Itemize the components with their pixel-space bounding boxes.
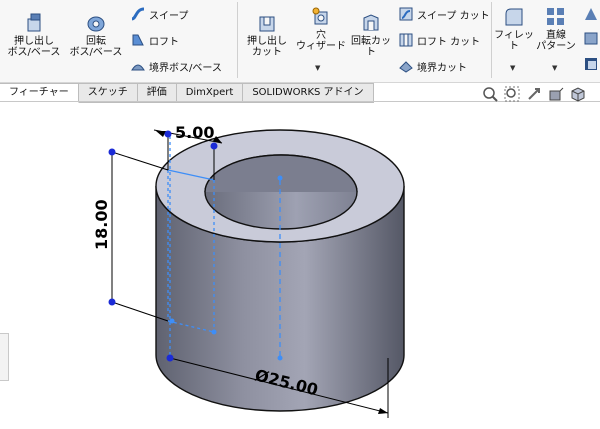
sweep-cut-icon	[399, 7, 413, 21]
revolve-cut-button[interactable]: 回転カット	[348, 12, 394, 58]
view-orientation-icon[interactable]	[570, 86, 586, 102]
loft-cut-label: ロフト カット	[417, 36, 481, 48]
hole-wizard-icon	[312, 7, 328, 25]
shell-icon[interactable]	[583, 56, 599, 72]
boundary-boss-icon	[131, 64, 145, 71]
cylinder-inner-bore[interactable]	[204, 154, 358, 230]
zoom-area-icon[interactable]	[504, 86, 520, 102]
ribbon-separator	[237, 2, 238, 78]
loft-label: ロフト	[149, 36, 179, 48]
hole-wizard-dropdown-icon[interactable]: ▼	[315, 64, 320, 72]
extrude-boss-button[interactable]: 押し出し ボス/ベース	[6, 12, 62, 58]
tab-evaluate[interactable]: 評価	[137, 83, 177, 103]
extrude-cut-icon	[259, 16, 275, 32]
dimension-height[interactable]: 18.00	[92, 199, 111, 250]
extrude-boss-label: 押し出し ボス/ベース	[7, 36, 61, 58]
heads-up-view-toolbar	[482, 86, 586, 102]
fillet-label: フィレット	[494, 30, 534, 52]
tab-addins[interactable]: SOLIDWORKS アドイン	[243, 83, 374, 103]
previous-view-icon[interactable]	[526, 86, 542, 102]
boundary-cut-icon	[399, 61, 413, 73]
revolve-boss-button[interactable]: 回転 ボス/ベース	[66, 12, 126, 58]
extrude-boss-icon	[27, 13, 41, 32]
model-viewport[interactable]: 5.00 18.00 Ø25.00	[0, 102, 600, 425]
boundary-boss-button[interactable]: 境界ボス/ベース	[130, 58, 222, 74]
section-view-icon[interactable]	[548, 86, 564, 102]
loft-button[interactable]: ロフト	[130, 32, 179, 48]
zoom-to-fit-icon[interactable]	[482, 86, 498, 102]
sweep-icon	[131, 7, 145, 21]
revolve-boss-label: 回転 ボス/ベース	[69, 36, 123, 58]
extrude-cut-label: 押し出し カット	[247, 36, 287, 58]
revolve-boss-icon	[87, 16, 105, 32]
hole-wizard-label: 穴 ウィザード	[296, 30, 346, 52]
linear-pattern-label: 直線 パターン	[536, 30, 576, 52]
revolve-cut-icon	[363, 14, 379, 31]
loft-cut-icon	[399, 33, 413, 47]
graphics-area[interactable]: 5.00 18.00 Ø25.00	[0, 102, 600, 425]
boundary-boss-label: 境界ボス/ベース	[149, 62, 222, 74]
tab-sketch[interactable]: スケッチ	[78, 83, 138, 103]
linear-pattern-button[interactable]: 直線 パターン	[536, 6, 576, 52]
rib-icon[interactable]	[583, 6, 599, 22]
extrude-cut-button[interactable]: 押し出し カット	[242, 12, 292, 58]
fillet-icon	[505, 8, 523, 26]
fillet-button[interactable]: フィレット	[494, 6, 534, 52]
command-manager-ribbon: 押し出し ボス/ベース 回転 ボス/ベース スイープ ロフト 境界ボス/ベース …	[0, 0, 600, 83]
sweep-label: スイープ	[149, 10, 189, 22]
tab-features[interactable]: フィーチャー	[0, 83, 79, 103]
boundary-cut-button[interactable]: 境界カット	[398, 58, 467, 74]
command-manager-tabs: フィーチャー スケッチ 評価 DimXpert SOLIDWORKS アドイン	[0, 83, 374, 103]
task-pane-collapse-tab[interactable]	[0, 333, 9, 381]
hole-wizard-button[interactable]: 穴 ウィザード	[296, 6, 346, 52]
boundary-cut-label: 境界カット	[417, 62, 467, 74]
tab-dimxpert[interactable]: DimXpert	[176, 83, 244, 103]
linear-pattern-icon	[547, 8, 564, 25]
revolve-cut-label: 回転カット	[351, 36, 391, 58]
linear-pattern-dropdown-icon[interactable]: ▼	[552, 64, 557, 72]
loft-cut-button[interactable]: ロフト カット	[398, 32, 480, 48]
fillet-dropdown-icon[interactable]: ▼	[510, 64, 515, 72]
sweep-button[interactable]: スイープ	[130, 6, 188, 22]
loft-icon	[132, 34, 144, 46]
sweep-cut-label: スイープ カット	[417, 10, 490, 22]
dimension-width[interactable]: 5.00	[175, 123, 214, 142]
draft-icon[interactable]	[583, 30, 599, 46]
sweep-cut-button[interactable]: スイープ カット	[398, 6, 490, 22]
ribbon-separator	[491, 2, 492, 78]
